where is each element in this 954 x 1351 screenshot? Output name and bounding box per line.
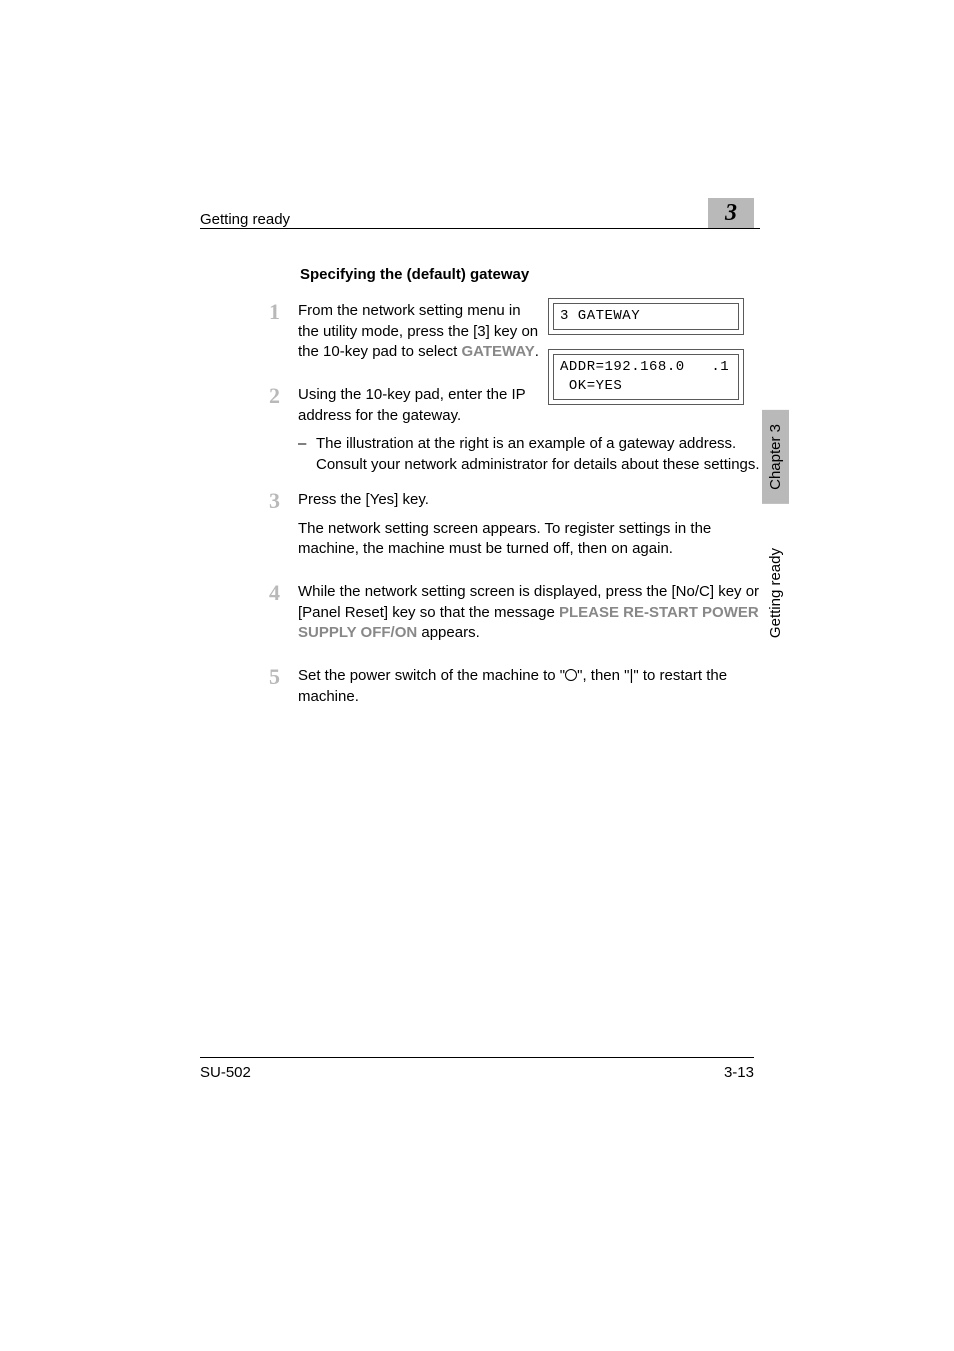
step-body: Press the [Yes] key. The network setting…	[298, 490, 760, 568]
step-paragraph: The network setting screen appears. To r…	[298, 519, 760, 560]
step-4: 4 While the network setting screen is di…	[200, 582, 760, 652]
step-paragraph: From the network setting menu in the uti…	[298, 301, 540, 363]
lcd-box-1: 3 GATEWAY	[548, 298, 744, 335]
step-number: 1	[240, 301, 298, 323]
text-run: Set the power switch of the machine to "	[298, 667, 565, 684]
header-section-name: Getting ready	[200, 211, 290, 228]
step-paragraph: Press the [Yes] key.	[298, 490, 760, 511]
page-footer: SU-502 3-13	[200, 1057, 754, 1081]
step-number: 3	[240, 490, 298, 512]
header-chapter-number: 3	[725, 200, 737, 227]
side-tab-chapter: Chapter 3	[762, 410, 789, 504]
lcd-text: 3 GATEWAY	[553, 303, 739, 330]
footer-model: SU-502	[200, 1064, 251, 1081]
dash-bullet: –	[298, 434, 316, 475]
step-paragraph: While the network setting screen is disp…	[298, 582, 760, 644]
lcd-line: ADDR=192.168.0 .1	[560, 359, 729, 375]
text-run: Press the [Yes] key.	[298, 491, 429, 508]
power-off-circle-icon	[565, 669, 577, 681]
step-3: 3 Press the [Yes] key. The network setti…	[200, 490, 760, 568]
text-run: The network setting screen appears. To r…	[298, 520, 711, 558]
step-paragraph: Set the power switch of the machine to "…	[298, 666, 760, 707]
lcd-line: OK=YES	[560, 378, 622, 394]
step-number: 2	[240, 385, 298, 407]
text-run-emphasis: GATEWAY	[461, 343, 534, 360]
page: Getting ready 3 Specifying the (default)…	[0, 0, 954, 1351]
step-body: While the network setting screen is disp…	[298, 582, 760, 652]
side-tabs: Chapter 3 Getting ready	[762, 410, 789, 652]
text-run: appears.	[417, 624, 480, 641]
page-header: Getting ready 3	[200, 198, 754, 228]
text-run: Using the 10-key pad, enter the IP addre…	[298, 386, 525, 424]
step-body: Set the power switch of the machine to "…	[298, 666, 760, 715]
step-sublist-item: – The illustration at the right is an ex…	[298, 434, 760, 475]
header-chapter-badge: 3	[708, 198, 754, 228]
illustration-group: 3 GATEWAY ADDR=192.168.0 .1 OK=YES	[548, 298, 744, 419]
footer-page-number: 3-13	[724, 1064, 754, 1081]
lcd-text: ADDR=192.168.0 .1 OK=YES	[553, 354, 739, 400]
step-5: 5 Set the power switch of the machine to…	[200, 666, 760, 715]
side-tab-section: Getting ready	[762, 534, 789, 652]
text-run: .	[535, 343, 539, 360]
text-run: The illustration at the right is an exam…	[316, 435, 760, 473]
section-title: Specifying the (default) gateway	[300, 266, 760, 283]
lcd-box-2: ADDR=192.168.0 .1 OK=YES	[548, 349, 744, 405]
sublist-text: The illustration at the right is an exam…	[316, 434, 760, 475]
step-number: 5	[240, 666, 298, 688]
header-rule	[200, 228, 760, 229]
step-number: 4	[240, 582, 298, 604]
